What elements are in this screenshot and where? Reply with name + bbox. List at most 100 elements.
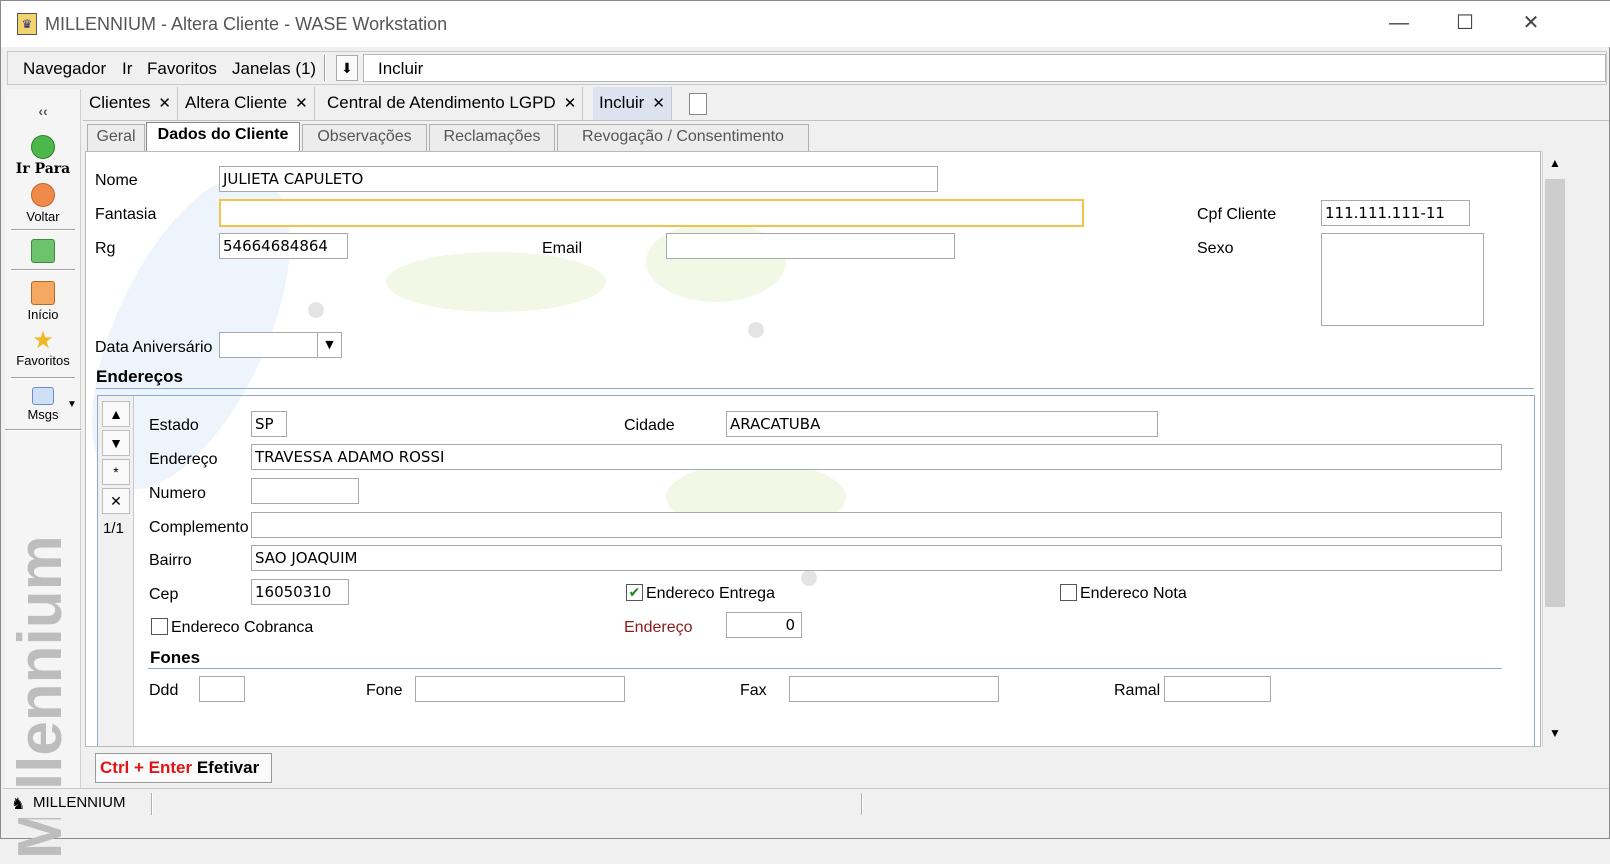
ramal-field[interactable] [1164, 676, 1271, 702]
section-divider [148, 668, 1502, 669]
record-counter: 1/1 [103, 520, 124, 537]
cidade-label: Cidade [624, 417, 675, 434]
tab-dados-do-cliente[interactable]: Dados do Cliente [146, 122, 300, 152]
efetivar-button[interactable]: Ctrl + Enter Efetivar [95, 753, 272, 783]
go-arrow-icon [31, 135, 55, 159]
fantasia-field[interactable] [219, 199, 1084, 227]
tab-central-lgpd[interactable]: Central de Atendimento LGPD ✕ [321, 87, 584, 120]
close-tab-icon[interactable]: ✕ [564, 95, 577, 112]
aniversario-dropdown[interactable]: ▼ [219, 332, 342, 358]
sidebar: ‹‹ Ir Para Voltar Início ★ Favoritos Msg… [5, 89, 81, 859]
nome-field[interactable]: JULIETA CAPULETO [219, 166, 938, 192]
menu-ir[interactable]: Ir [122, 59, 132, 79]
endereco-number-field[interactable]: 0 [726, 612, 802, 638]
back-arrow-icon [31, 183, 55, 207]
close-window-button[interactable]: ✕ [1501, 1, 1561, 47]
endereco-entrega-checkbox[interactable]: ✔ [626, 584, 643, 601]
tab-reclamacoes[interactable]: Reclamações [429, 124, 555, 151]
menu-janelas[interactable]: Janelas (1) [232, 59, 316, 79]
new-record-button[interactable]: * [102, 459, 130, 485]
voltar-button[interactable]: Voltar [5, 183, 81, 224]
endereco-nota-label: Endereco Nota [1080, 585, 1187, 602]
msgs-button[interactable]: Msgs ▼ [5, 387, 81, 422]
voltar-label: Voltar [26, 209, 60, 224]
tab-observacoes[interactable]: Observações [302, 124, 427, 151]
sidebar-divider [11, 269, 75, 271]
status-bar: ♞ MILLENNIUM [3, 788, 1609, 818]
fax-label: Fax [740, 682, 767, 699]
cep-field[interactable]: 16050310 [251, 579, 349, 605]
estado-field[interactable]: SP [251, 411, 287, 437]
cpf-label: Cpf Cliente [1197, 206, 1277, 223]
menu-bar: Navegador Ir Favoritos Janelas (1) ⬇ Inc… [7, 51, 1607, 85]
scroll-down-icon[interactable]: ▼ [1543, 721, 1567, 745]
favoritos-button[interactable]: ★ Favoritos [5, 329, 81, 369]
sidebar-divider [11, 377, 75, 379]
tab-label: Clientes [89, 93, 151, 112]
refresh-button[interactable] [5, 239, 81, 265]
tab-altera-cliente[interactable]: Altera Cliente ✕ [179, 87, 315, 120]
action-field[interactable]: Incluir [363, 54, 1606, 82]
tab-geral[interactable]: Geral [87, 124, 145, 151]
tab-label: Altera Cliente [185, 93, 288, 112]
sexo-listbox[interactable] [1321, 233, 1484, 326]
next-record-button[interactable]: ▼ [102, 430, 130, 456]
fone-field[interactable] [415, 676, 625, 702]
vertical-scrollbar[interactable]: ▲ ▼ [1542, 151, 1566, 747]
ddd-field[interactable] [199, 676, 245, 702]
watermark-dot [308, 302, 324, 318]
rg-label: Rg [95, 240, 116, 257]
rg-field[interactable]: 54664684864 [219, 233, 348, 259]
tab-clientes[interactable]: Clientes ✕ [83, 87, 178, 120]
download-arrow-icon[interactable]: ⬇ [336, 55, 358, 81]
endereco-entrega-label: Endereco Entrega [646, 585, 775, 602]
previous-record-button[interactable]: ▲ [102, 401, 130, 427]
fax-field[interactable] [789, 676, 999, 702]
complemento-label: Complemento [149, 519, 249, 536]
estado-label: Estado [149, 417, 199, 434]
minimize-button[interactable]: — [1369, 1, 1429, 47]
new-tab-icon[interactable] [689, 93, 707, 115]
collapse-sidebar-button[interactable]: ‹‹ [5, 103, 81, 119]
close-tab-icon[interactable]: ✕ [652, 95, 665, 112]
close-tab-icon[interactable]: ✕ [158, 95, 171, 112]
app-icon: ♛ [17, 13, 37, 35]
ddd-label: Ddd [149, 682, 179, 699]
maximize-button[interactable]: ☐ [1435, 1, 1495, 47]
chevron-down-icon[interactable]: ▼ [317, 333, 341, 357]
inicio-button[interactable]: Início [5, 281, 81, 322]
tab-incluir[interactable]: Incluir ✕ [593, 87, 672, 120]
ir-para-label: Ir Para [15, 161, 71, 177]
tab-label: Incluir [599, 93, 645, 112]
sexo-label: Sexo [1197, 240, 1234, 257]
ir-para-button[interactable]: Ir Para [5, 135, 81, 177]
bairro-field[interactable]: SAO JOAQUIM [251, 545, 1502, 571]
endereco-cobranca-checkbox[interactable] [151, 618, 168, 635]
scroll-up-icon[interactable]: ▲ [1543, 151, 1567, 175]
status-text: MILLENNIUM [33, 794, 126, 811]
cidade-field[interactable]: ARACATUBA [726, 411, 1158, 437]
menu-favoritos[interactable]: Favoritos [147, 59, 217, 79]
user-icon: ♞ [11, 796, 26, 813]
cep-label: Cep [149, 586, 179, 603]
efetivar-label: Efetivar [196, 758, 260, 777]
client-form-panel: Nome JULIETA CAPULETO Fantasia Cpf Clien… [85, 151, 1541, 747]
chevron-down-icon[interactable]: ▼ [67, 399, 77, 410]
window-title: MILLENNIUM - Altera Cliente - WASE Works… [45, 14, 448, 34]
tab-label: Central de Atendimento LGPD [327, 93, 556, 112]
status-divider [861, 793, 863, 815]
complemento-field[interactable] [251, 512, 1502, 538]
tab-revogacao-consentimento[interactable]: Revogação / Consentimento [557, 124, 809, 151]
endereco-label: Endereço [149, 451, 218, 468]
email-field[interactable] [666, 233, 955, 259]
sidebar-divider [5, 429, 81, 431]
menu-navegador[interactable]: Navegador [23, 59, 106, 79]
sidebar-divider [11, 229, 75, 231]
endereco-nota-checkbox[interactable] [1060, 584, 1077, 601]
cpf-field[interactable]: 111.111.111-11 [1321, 200, 1470, 226]
scrollbar-thumb[interactable] [1545, 179, 1565, 607]
endereco-field[interactable]: TRAVESSA ADAMO ROSSI [251, 444, 1502, 470]
close-tab-icon[interactable]: ✕ [295, 95, 308, 112]
numero-field[interactable] [251, 478, 359, 504]
delete-record-button[interactable]: ✕ [102, 488, 130, 514]
